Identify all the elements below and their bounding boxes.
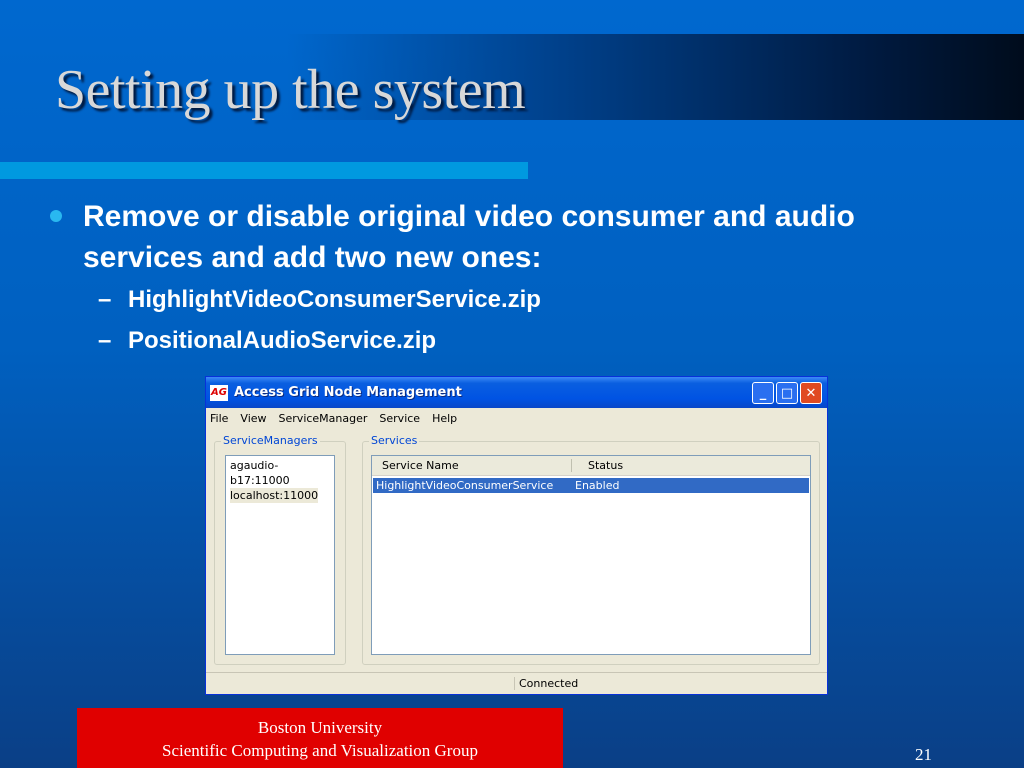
list-item[interactable]: agaudio-b17:11000 <box>230 458 330 488</box>
column-service-name[interactable]: Service Name <box>372 459 572 472</box>
services-table[interactable]: Service Name Status HighlightVideoConsum… <box>371 455 811 655</box>
dash-icon: – <box>98 327 112 354</box>
node-management-window: AG Access Grid Node Management _ □ ✕ Fil… <box>205 376 828 695</box>
accent-bar <box>0 162 528 179</box>
footer-line2: Scientific Computing and Visualization G… <box>162 741 478 760</box>
status-text: Connected <box>514 677 578 690</box>
title-bar[interactable]: AG Access Grid Node Management _ □ ✕ <box>206 377 827 408</box>
minimize-button[interactable]: _ <box>752 382 774 404</box>
table-row[interactable]: HighlightVideoConsumerService Enabled <box>373 478 809 493</box>
group-label: Services <box>369 434 420 447</box>
menu-help[interactable]: Help <box>432 412 457 425</box>
menu-servicemanager[interactable]: ServiceManager <box>279 412 368 425</box>
subitem: PositionalAudioService.zip <box>128 327 437 354</box>
page-number: 21 <box>915 745 932 764</box>
footer-box: Boston University Scientific Computing a… <box>77 708 563 768</box>
service-name: HighlightVideoConsumerService <box>376 479 554 492</box>
footer-line1: Boston University <box>257 718 383 737</box>
list-item[interactable]: localhost:11000 <box>230 488 319 503</box>
group-label: ServiceManagers <box>221 434 320 447</box>
maximize-button[interactable]: □ <box>776 382 798 404</box>
window-title: Access Grid Node Management <box>234 385 462 400</box>
service-managers-list[interactable]: agaudio-b17:11000 localhost:11000 <box>225 455 335 655</box>
app-icon: AG <box>210 384 228 401</box>
services-group: Services Service Name Status HighlightVi… <box>362 434 820 665</box>
menu-view[interactable]: View <box>240 412 266 425</box>
status-bar: Connected <box>206 672 827 694</box>
menu-service[interactable]: Service <box>379 412 420 425</box>
service-managers-group: ServiceManagers agaudio-b17:11000 localh… <box>214 434 346 665</box>
dash-icon: – <box>98 286 112 313</box>
subitem: HighlightVideoConsumerService.zip <box>128 286 541 313</box>
close-button[interactable]: ✕ <box>800 382 822 404</box>
slide-title: Setting up the system <box>55 59 526 121</box>
menu-file[interactable]: File <box>210 412 228 425</box>
column-status[interactable]: Status <box>572 459 623 472</box>
table-header: Service Name Status <box>372 456 810 476</box>
service-status: Enabled <box>575 479 620 492</box>
bullet-text: Remove or disable original video consume… <box>83 200 855 274</box>
bullet-icon <box>50 210 62 222</box>
menu-bar: File View ServiceManager Service Help <box>206 408 827 428</box>
